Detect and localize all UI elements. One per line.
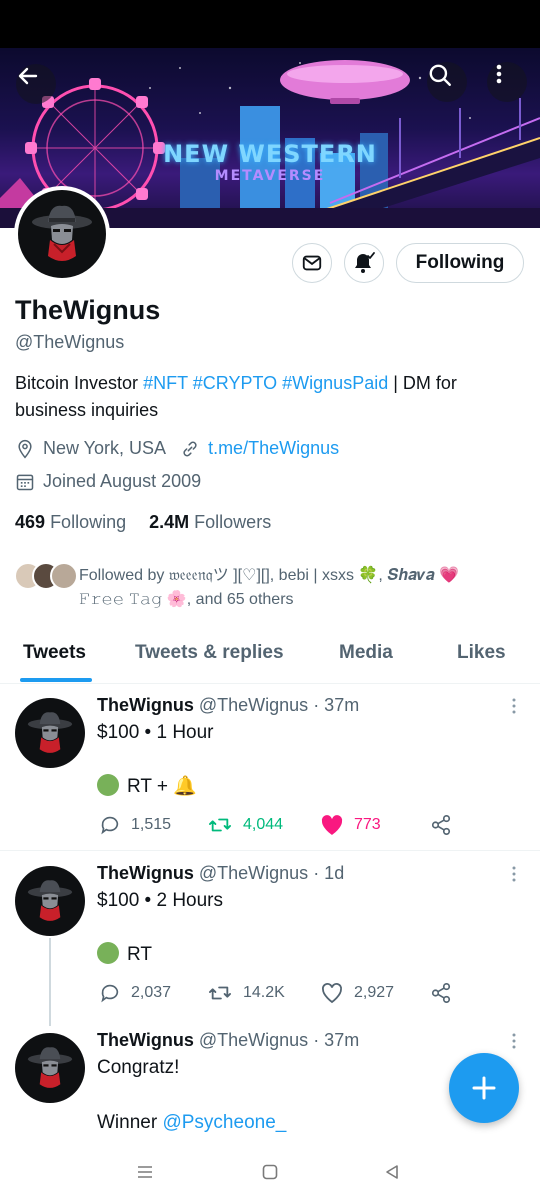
cowboy-avatar-icon: [32, 205, 92, 261]
mail-icon: [302, 255, 322, 271]
tweet-text-line2: RT: [97, 942, 152, 968]
hashtag-link[interactable]: #WignusPaid: [282, 373, 388, 393]
tweet-text-line2: RT + 🔔: [97, 774, 197, 800]
like-button[interactable]: 2,927: [320, 982, 394, 1004]
green-circle-emoji: [97, 942, 119, 964]
tweet-more-icon[interactable]: [508, 697, 520, 715]
banner-subtitle: METAVERSE: [214, 168, 326, 184]
tab-likes[interactable]: Likes: [457, 642, 506, 664]
retweet-button[interactable]: 14.2K: [207, 982, 285, 1004]
profile-location: New York, USA: [43, 438, 167, 458]
profile-avatar[interactable]: [14, 186, 110, 282]
mention-link[interactable]: @Psycheone_: [162, 1112, 286, 1133]
search-button[interactable]: [427, 62, 467, 102]
tweet-avatar[interactable]: [15, 1033, 85, 1103]
profile-tabs: Tweets Tweets & replies Media Likes: [0, 630, 540, 684]
tweet-text: Congratz!: [97, 1057, 180, 1078]
heart-outline-icon: [322, 983, 342, 1004]
home-icon[interactable]: [261, 1163, 279, 1181]
cowboy-avatar-icon: [27, 712, 73, 753]
bell-check-icon: [355, 252, 375, 273]
arrow-left-icon: [18, 67, 38, 85]
reply-button[interactable]: 1,515: [99, 814, 171, 836]
follower-avatar: [50, 562, 78, 590]
more-button[interactable]: [487, 62, 527, 102]
banner-title: NEW WESTERN: [163, 140, 377, 168]
cowboy-avatar-icon: [27, 1047, 73, 1088]
tweet-avatar[interactable]: [15, 698, 85, 768]
reply-button[interactable]: 2,037: [99, 982, 171, 1004]
share-button[interactable]: [430, 982, 462, 1004]
following-button[interactable]: Following: [396, 243, 524, 283]
reply-icon: [101, 816, 119, 835]
tab-tweets-replies[interactable]: Tweets & replies: [135, 642, 284, 664]
tab-media[interactable]: Media: [339, 642, 393, 664]
status-bar: [0, 0, 540, 48]
profile-meta-location-row: New York, USA t.me/TheWignus: [15, 438, 339, 459]
bio-prefix: Bitcoin Investor: [15, 373, 144, 393]
tab-tweets[interactable]: Tweets: [23, 642, 86, 664]
notifications-button[interactable]: [344, 243, 384, 283]
followers-count-link[interactable]: 2.4M Followers: [149, 512, 271, 532]
reply-icon: [101, 984, 119, 1003]
tweet-more-icon[interactable]: [508, 865, 520, 883]
location-pin-icon: [18, 439, 32, 458]
profile-handle: @TheWignus: [15, 332, 125, 352]
tweet-avatar[interactable]: [15, 866, 85, 936]
green-circle-emoji: [97, 774, 119, 796]
profile-joined: Joined August 2009: [43, 471, 202, 491]
compose-tweet-button[interactable]: [449, 1053, 519, 1123]
like-button[interactable]: 773: [320, 814, 381, 836]
tweet-text-winner: Winner @Psycheone_: [97, 1112, 287, 1133]
message-button[interactable]: [292, 243, 332, 283]
retweet-icon: [209, 818, 231, 832]
followed-by-text[interactable]: Followed by 𝔴𝔢𝔢𝔢𝔫𝔮ツ ][♡][], bebi | xsxs …: [79, 564, 529, 612]
retweet-icon: [209, 986, 231, 1000]
plus-icon: [472, 1076, 496, 1100]
heart-filled-icon: [321, 815, 343, 835]
following-count-link[interactable]: 469 Following: [15, 512, 126, 532]
hashtag-link[interactable]: #CRYPTO: [193, 373, 277, 393]
link-icon: [183, 441, 197, 456]
profile-bio: Bitcoin Investor #NFT #CRYPTO #WignusPai…: [15, 370, 525, 424]
thread-line: [49, 938, 51, 1026]
profile-meta-joined-row: Joined August 2009: [15, 471, 201, 492]
calendar-icon: [16, 474, 34, 490]
share-button[interactable]: [430, 814, 462, 836]
tweet-header: TheWignus @TheWignus · 37m: [97, 1030, 360, 1050]
retweet-button[interactable]: 4,044: [207, 814, 283, 836]
profile-website-link[interactable]: t.me/TheWignus: [208, 438, 339, 459]
tweet-header: TheWignus @TheWignus · 1d: [97, 863, 345, 883]
hashtag-link[interactable]: #NFT: [143, 373, 188, 393]
more-vertical-icon: [496, 64, 502, 84]
tweet-header: TheWignus @TheWignus · 37m: [97, 695, 360, 715]
tweet-text: $100 • 1 Hour: [97, 722, 214, 743]
share-icon: [431, 983, 451, 1003]
recent-apps-icon[interactable]: [136, 1163, 154, 1181]
back-button[interactable]: [16, 64, 56, 104]
tweet-text: $100 • 2 Hours: [97, 890, 224, 911]
search-icon: [429, 64, 451, 86]
system-nav-bar: [0, 1146, 540, 1200]
share-icon: [431, 815, 451, 835]
followed-by-avatars[interactable]: [14, 562, 78, 590]
profile-name: TheWignus: [15, 295, 161, 325]
profile-counts: 469 Following 2.4M Followers: [15, 512, 271, 533]
back-nav-icon[interactable]: [383, 1163, 401, 1181]
tweet-more-icon[interactable]: [508, 1032, 520, 1050]
cowboy-avatar-icon: [27, 880, 73, 921]
active-tab-indicator: [20, 678, 92, 682]
tweet-divider: [0, 850, 540, 851]
